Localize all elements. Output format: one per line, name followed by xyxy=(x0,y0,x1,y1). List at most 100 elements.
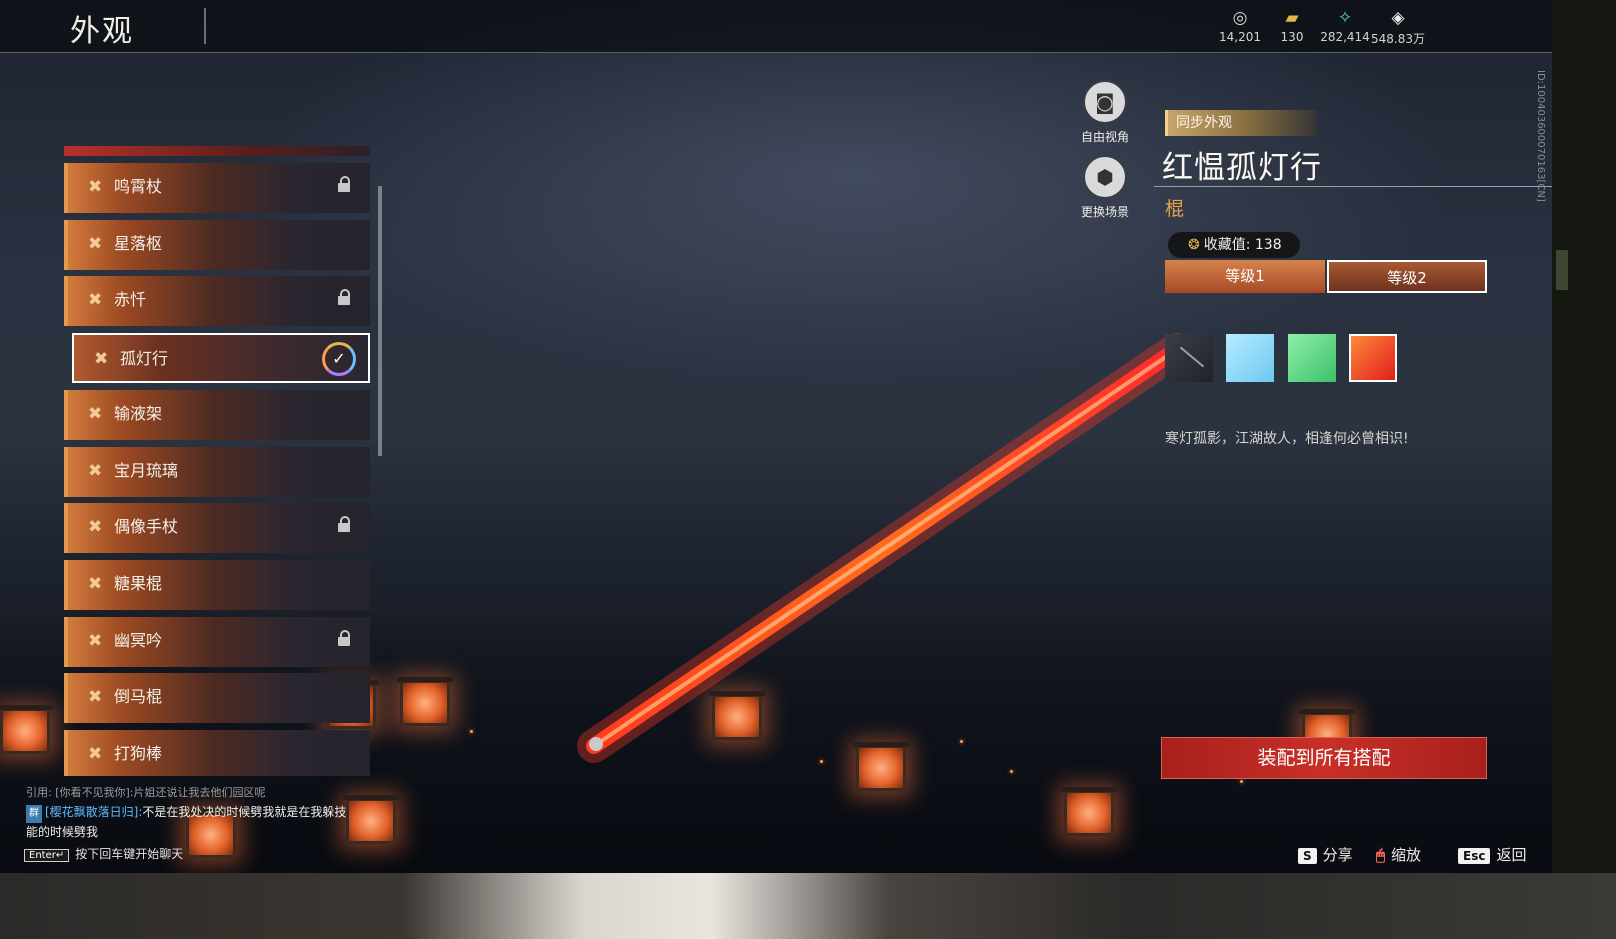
swatch-red[interactable] xyxy=(1349,334,1397,382)
list-item[interactable]: ✖ 孤灯行 ✓ xyxy=(72,333,370,384)
list-item-label: 打狗棒 xyxy=(114,744,163,763)
currency-value: 14,201 xyxy=(1219,30,1261,44)
coins-icon: ◎ xyxy=(1232,8,1248,28)
chat-quote: 引用: [你看不见我你]:片姐还说让我去他们园区呢 xyxy=(26,786,266,799)
list-item-label: 输液架 xyxy=(114,403,163,423)
enter-key-icon: Enter↵ xyxy=(24,849,70,862)
change-scene-label: 更换场景 xyxy=(1080,205,1129,219)
tab-level-1[interactable]: 等级1 xyxy=(1165,260,1325,293)
weapon-type-icon: ✖ xyxy=(88,177,103,197)
list-item[interactable]: ✖ 鸣霄杖 xyxy=(64,163,370,213)
chat-message: 群 [樱花飘散落日归]:不是在我处决的时候劈我就是在我躲技能的时候劈我 xyxy=(26,803,356,841)
swatch-green[interactable] xyxy=(1288,334,1336,382)
player-id: ID:10040360007016​3[CN] xyxy=(1535,70,1546,202)
weapon-type-icon: ✖ xyxy=(88,630,103,651)
weapon-type-icon: ✖ xyxy=(88,573,103,594)
water-glint xyxy=(820,760,823,763)
list-item[interactable]: ✖ 倒马棍 xyxy=(64,673,370,724)
currency-feather[interactable]: ✧ 282,414 xyxy=(1315,8,1375,44)
s-key-icon: S xyxy=(1298,848,1317,864)
water-glint xyxy=(470,730,473,733)
lock-icon xyxy=(338,176,350,192)
water-glint xyxy=(960,740,963,743)
list-scrollbar[interactable] xyxy=(378,186,382,456)
weapon-type-icon: ✖ xyxy=(94,349,109,370)
sync-appearance-tag[interactable]: 同步外观 xyxy=(1165,110,1317,136)
weapon-type-icon: ✖ xyxy=(88,687,103,708)
weapon-type-icon: ✖ xyxy=(88,403,103,424)
collection-value: 收藏值: 138 xyxy=(1203,237,1282,253)
lantern xyxy=(0,705,53,754)
collection-icon: ❂ xyxy=(1188,237,1200,253)
list-item[interactable]: ✖ 打狗棒 xyxy=(64,730,370,776)
tab-level-2[interactable]: 等级2 xyxy=(1327,260,1487,293)
weapon-type-icon: ✖ xyxy=(88,290,103,311)
chat-input-hint[interactable]: Enter↵ 按下回车键开始聊天 xyxy=(24,845,183,862)
weapon-type-icon: ✖ xyxy=(88,460,103,481)
swatch-default[interactable] xyxy=(1165,334,1213,382)
esc-key-icon: Esc xyxy=(1458,848,1491,864)
item-description: 寒灯孤影，江湖故人，相逢何必曾相识! xyxy=(1165,431,1409,447)
list-item-label: 赤忏 xyxy=(114,290,147,310)
currency-coins[interactable]: ◎ 14,201 xyxy=(1210,8,1270,44)
appearance-list: ✖ 鸣霄杖 ✖ 星落枢 ✖ 赤忏 ✖ 孤灯行 ✓ ✖ 输液架 ✖ 宝月琉璃 ✖ 偶像手杖 ✖ 糖果棍 ✖ 幽冥吟 ✖ 倒… xyxy=(64,146,382,776)
lock-icon xyxy=(338,516,350,533)
game-viewport: 外观 ◎ 14,201 ▰ 130 ✧ 282,414 ◈ 548.83万 ID… xyxy=(0,0,1552,873)
list-item-label: 宝月琉璃 xyxy=(114,460,179,480)
list-item[interactable]: ✖ 偶像手杖 xyxy=(64,503,370,554)
staff-core xyxy=(592,348,1178,748)
swatch-light-blue[interactable] xyxy=(1226,334,1274,382)
list-item[interactable]: ✖ 赤忏 xyxy=(64,276,370,327)
list-item[interactable]: ✖ 宝月琉璃 xyxy=(64,446,370,497)
equip-all-button[interactable]: 装配到所有搭配 xyxy=(1161,737,1487,779)
currency-value: 130 xyxy=(1280,30,1304,44)
item-category: 棍 xyxy=(1165,198,1185,220)
background-edge-bottom xyxy=(0,873,1616,939)
feather-icon: ✧ xyxy=(1337,8,1353,28)
chat-hint-text: 按下回车键开始聊天 xyxy=(75,847,184,861)
title-underline xyxy=(1154,186,1552,187)
list-item-label: 倒马棍 xyxy=(114,687,163,707)
chat-panel: 引用: [你看不见我你]:片姐还说让我去他们园区呢 群 [樱花飘散落日归]:不是在… xyxy=(26,784,356,841)
list-item-label: 鸣霄杖 xyxy=(114,177,163,196)
currency-value: 282,414 xyxy=(1320,30,1370,44)
list-item[interactable]: ✖ 幽冥吟 xyxy=(64,616,370,667)
staff-end-cap xyxy=(589,737,603,751)
camera-icon: ◙ xyxy=(1083,80,1127,124)
lantern xyxy=(1061,787,1117,836)
list-top-edge xyxy=(64,146,370,156)
list-item[interactable]: ✖ 输液架 xyxy=(64,389,370,440)
equipped-check-icon: ✓ xyxy=(322,342,356,377)
water-glint xyxy=(1240,780,1243,783)
free-view-button[interactable]: ◙ 自由视角 xyxy=(1076,80,1134,145)
weapon-type-icon: ✖ xyxy=(88,744,103,764)
chat-nickname[interactable]: [樱花飘散落日归]: xyxy=(45,805,142,819)
page-title: 外观 xyxy=(70,14,134,49)
list-item-label: 糖果棍 xyxy=(114,573,163,593)
list-item[interactable]: ✖ 星落枢 xyxy=(64,219,370,270)
list-item[interactable]: ✖ 糖果棍 xyxy=(64,559,370,610)
currency-value: 548.83万 xyxy=(1371,32,1425,46)
lock-icon xyxy=(338,289,350,306)
background-edge-right xyxy=(1552,0,1616,873)
title-divider xyxy=(204,8,206,44)
currency-ticket[interactable]: ▰ 130 xyxy=(1262,8,1322,44)
lantern xyxy=(853,742,909,791)
currency-diamond[interactable]: ◈ 548.83万 xyxy=(1368,8,1428,47)
mouse-icon: 🖱 xyxy=(1376,846,1386,864)
lantern xyxy=(397,677,453,726)
ticket-icon: ▰ xyxy=(1285,8,1299,28)
share-hotkey[interactable]: S 分享 xyxy=(1298,844,1353,865)
back-hotkey[interactable]: Esc 返回 xyxy=(1458,844,1526,865)
change-scene-button[interactable]: ⬢ 更换场景 xyxy=(1076,155,1134,220)
back-label: 返回 xyxy=(1496,846,1527,864)
weapon-type-icon: ✖ xyxy=(88,233,103,254)
zoom-label: 缩放 xyxy=(1391,846,1422,864)
list-item-label: 偶像手杖 xyxy=(114,517,179,537)
free-view-label: 自由视角 xyxy=(1080,130,1129,144)
zoom-hotkey[interactable]: 🖱 缩放 xyxy=(1376,844,1421,865)
lantern xyxy=(709,691,765,740)
lock-icon xyxy=(338,629,350,646)
list-item-label: 孤灯行 xyxy=(120,349,169,369)
top-bar: 外观 ◎ 14,201 ▰ 130 ✧ 282,414 ◈ 548.83万 xyxy=(0,0,1552,53)
